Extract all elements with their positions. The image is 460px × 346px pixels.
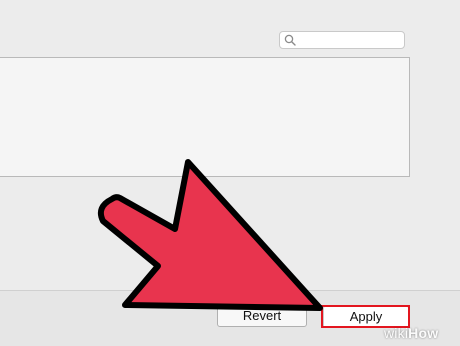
watermark-part2: How: [408, 325, 439, 341]
wikihow-watermark: wikiHow: [384, 325, 438, 343]
search-field[interactable]: [279, 31, 405, 49]
search-icon: [284, 34, 296, 46]
search-input[interactable]: [298, 33, 398, 47]
revert-button[interactable]: Revert: [217, 305, 307, 327]
content-list-panel[interactable]: [0, 57, 410, 177]
settings-window: Revert Apply: [0, 0, 460, 346]
watermark-part1: wiki: [384, 325, 409, 341]
